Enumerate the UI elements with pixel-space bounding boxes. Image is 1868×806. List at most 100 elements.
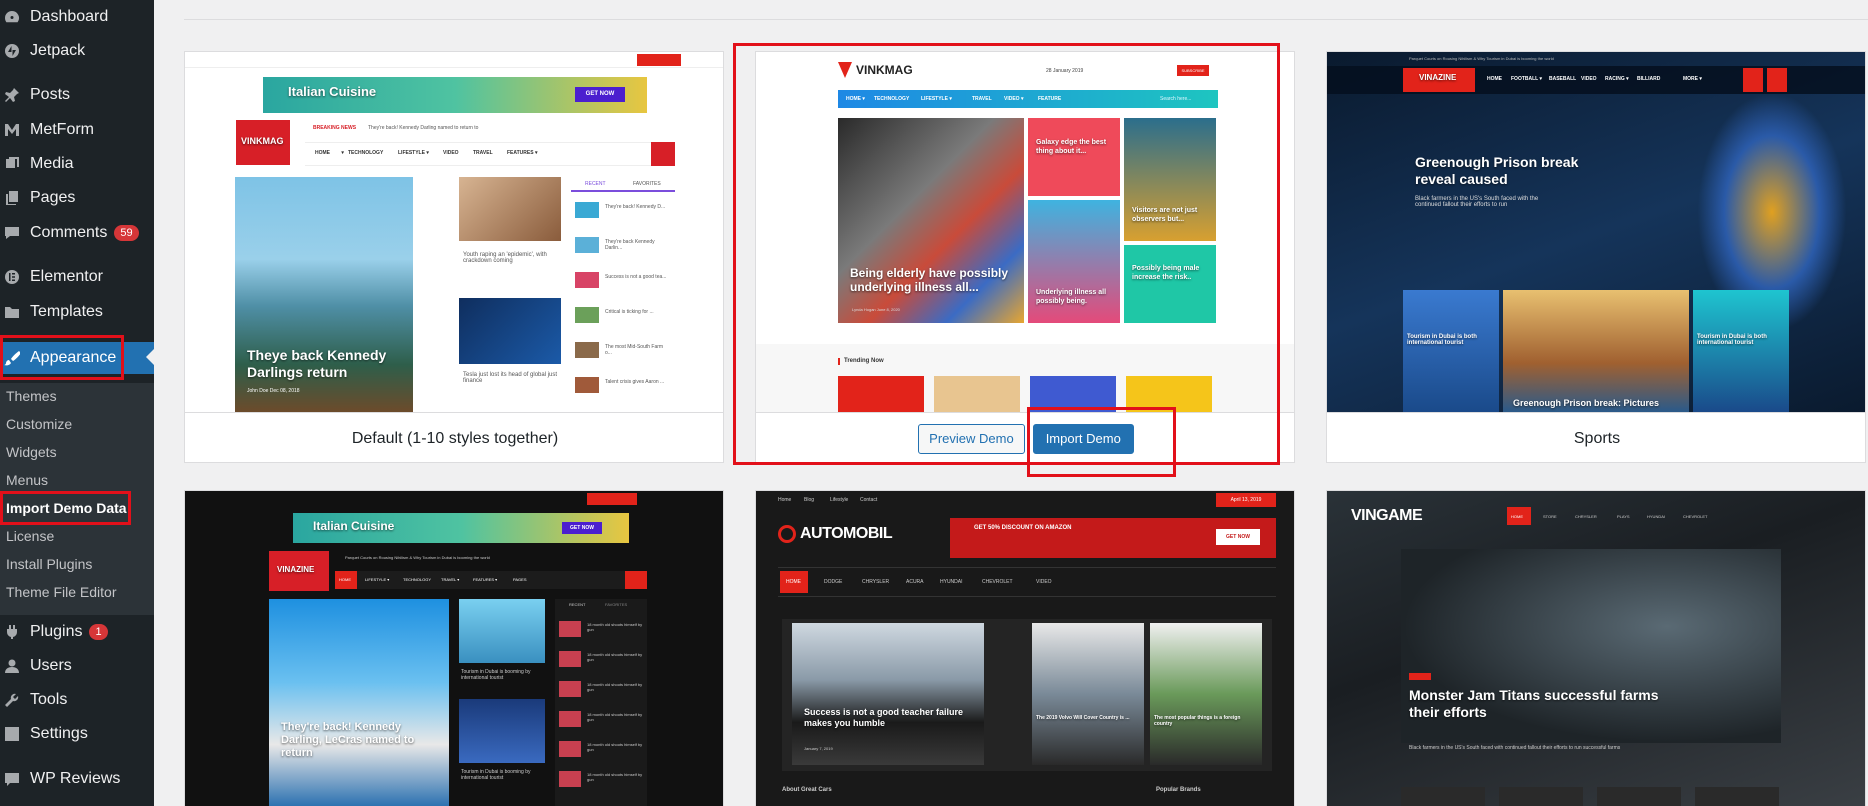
- hero-title: Theye back Kennedy Darlings return: [247, 347, 387, 380]
- submenu-customize[interactable]: Customize: [6, 416, 72, 432]
- menu-pages[interactable]: Pages: [0, 183, 154, 213]
- menu-label: Posts: [30, 86, 71, 103]
- paintbrush-icon: [4, 350, 20, 366]
- card-title: Underlying illness all possibly being.: [1036, 289, 1107, 305]
- nav-item: TRAVEL ▾: [441, 577, 460, 582]
- ad-button: GET NOW: [562, 522, 602, 534]
- demo-card-automobil[interactable]: Home Blog Lifestyle Contact April 13, 20…: [755, 490, 1295, 806]
- nav-item: TRAVEL: [473, 150, 493, 156]
- demo-screenshot: Italian Cuisine GET NOW VINKMAG BREAKING…: [185, 52, 723, 412]
- submenu-theme-file-editor[interactable]: Theme File Editor: [6, 584, 116, 600]
- nav-item: RACING ▾: [1605, 76, 1629, 82]
- top-link: Blog: [804, 497, 815, 503]
- tab-favorites: FAVORITES: [605, 602, 628, 607]
- menu-tools[interactable]: Tools: [0, 685, 154, 715]
- menu-posts[interactable]: Posts: [0, 80, 154, 110]
- import-demo-button[interactable]: Import Demo: [1032, 423, 1134, 454]
- demo-card-default[interactable]: Italian Cuisine GET NOW VINKMAG BREAKING…: [184, 51, 724, 463]
- nav-item: CHRYSLER: [1575, 514, 1597, 519]
- hero-title: Monster Jam Titans successful farms thei…: [1409, 687, 1659, 720]
- nav-item: HOME: [1487, 76, 1502, 82]
- menu-label: Elementor: [30, 268, 103, 285]
- demo-card-dark-magazine[interactable]: Italian Cuisine GET NOW VINAZINE Parquet…: [184, 490, 724, 806]
- date-badge: April 13, 2019: [1216, 493, 1276, 507]
- list-item: Critical is ticking for ...: [605, 309, 654, 315]
- menu-label: Jetpack: [30, 42, 86, 59]
- nav-item: LIFESTYLE ▾: [365, 577, 390, 582]
- nav-item: ACURA: [906, 579, 924, 585]
- demo-card-vinkmag[interactable]: VINKMAG 28 January 2019 SUBSCRIBE HOME ▾…: [755, 51, 1295, 463]
- pushpin-icon: [4, 87, 20, 103]
- menu-label: Plugins: [30, 623, 83, 640]
- demo-name: Sports: [1573, 429, 1621, 447]
- demo-name: Default (1-10 styles together): [351, 429, 559, 447]
- subscribe-button: SUBSCRIBE: [1177, 65, 1209, 76]
- wrench-icon: [4, 692, 20, 708]
- breaking-label: BREAKING NEWS: [313, 125, 357, 131]
- submenu-widgets[interactable]: Widgets: [6, 444, 57, 460]
- menu-label: Templates: [30, 303, 103, 320]
- header-divider: [184, 19, 1868, 20]
- side-post-title: The most popular things is a foreign cou…: [1154, 715, 1241, 727]
- reviews-icon: [4, 771, 20, 787]
- nav-item: FEATURE: [1038, 96, 1062, 102]
- settings-icon: [4, 726, 20, 742]
- menu-media[interactable]: Media: [0, 149, 154, 179]
- menu-label: MetForm: [30, 121, 94, 138]
- ad-title: GET 50% DISCOUNT ON AMAZON: [974, 525, 1072, 531]
- demo-screenshot: Parquet Courts on Rousing Nihilism & Why…: [1327, 52, 1865, 412]
- nav-item: HOME ▾: [846, 96, 865, 102]
- tab-favorites: FAVORITES: [633, 181, 661, 187]
- menu-wp-reviews[interactable]: WP Reviews: [0, 764, 154, 794]
- tab-recent: RECENT: [569, 602, 586, 607]
- menu-jetpack[interactable]: Jetpack: [0, 36, 154, 66]
- demo-screenshot: VINKMAG 28 January 2019 SUBSCRIBE HOME ▾…: [756, 52, 1294, 412]
- nav-item: CHRYSLER: [862, 579, 890, 585]
- ad-title: Italian Cuisine: [288, 84, 377, 99]
- section-title: About Great Cars: [782, 787, 832, 793]
- demo-card-footer: Sports: [1327, 412, 1865, 462]
- list-item: 18 month old shoots himself by gun: [587, 712, 643, 722]
- menu-elementor[interactable]: Elementor: [0, 262, 154, 292]
- menu-label: Dashboard: [30, 8, 109, 25]
- hero-title: Being elderly have possibly underlying i…: [850, 266, 1009, 294]
- trending-label: Trending Now: [844, 358, 884, 364]
- menu-comments[interactable]: Comments 59: [0, 218, 154, 248]
- ad-title: Italian Cuisine: [313, 519, 395, 533]
- card-title: Galaxy edge the best thing about it...: [1036, 139, 1107, 155]
- grid-post-title: Greenough Prison break: Pictures: [1513, 398, 1660, 408]
- preview-demo-button[interactable]: Preview Demo: [918, 423, 1025, 454]
- menu-plugins[interactable]: Plugins 1: [0, 617, 154, 647]
- submenu-themes[interactable]: Themes: [6, 388, 57, 404]
- hero-title: Greenough Prison break reveal caused: [1415, 154, 1579, 187]
- menu-users[interactable]: Users: [0, 651, 154, 681]
- plugins-update-badge: 1: [89, 624, 108, 640]
- appearance-submenu: Themes Customize Widgets Menus Import De…: [0, 383, 154, 615]
- nav-item: DODGE: [824, 579, 843, 585]
- menu-label: Media: [30, 155, 74, 172]
- breaking-text: They're back! Kennedy Darling named to r…: [368, 125, 479, 131]
- submenu-menus[interactable]: Menus: [6, 472, 48, 488]
- hero-meta: Lynda Hogan June 8, 2020: [852, 307, 900, 312]
- submenu-install-plugins[interactable]: Install Plugins: [6, 556, 92, 572]
- jetpack-icon: [4, 43, 20, 59]
- menu-settings[interactable]: Settings: [0, 719, 154, 749]
- section-title: Popular Brands: [1156, 787, 1201, 793]
- menu-templates[interactable]: Templates: [0, 297, 154, 327]
- demo-card-vingame[interactable]: VINGAME HOME STORE CHRYSLER PLAYS HYUNDA…: [1326, 490, 1866, 806]
- menu-appearance[interactable]: Appearance: [0, 342, 154, 374]
- list-item: 18 month old shoots himself by gun: [587, 622, 643, 632]
- menu-dashboard[interactable]: Dashboard: [0, 2, 154, 32]
- nav-item: STORE: [1543, 514, 1557, 519]
- submenu-import-demo-data[interactable]: Import Demo Data: [6, 500, 127, 516]
- submenu-license[interactable]: License: [6, 528, 54, 544]
- dashboard-icon: [4, 9, 20, 25]
- card-title: Visitors are not just observers but...: [1132, 207, 1198, 223]
- comment-icon: [4, 225, 20, 241]
- nav-item: FEATURES ▾: [507, 150, 538, 156]
- demo-card-sports[interactable]: Parquet Courts on Rousing Nihilism & Why…: [1326, 51, 1866, 463]
- menu-label: Users: [30, 657, 72, 674]
- menu-metform[interactable]: MetForm: [0, 115, 154, 145]
- admin-sidebar: Dashboard Jetpack Posts MetForm Media Pa…: [0, 0, 154, 806]
- demo-screenshot: VINGAME HOME STORE CHRYSLER PLAYS HYUNDA…: [1327, 491, 1865, 806]
